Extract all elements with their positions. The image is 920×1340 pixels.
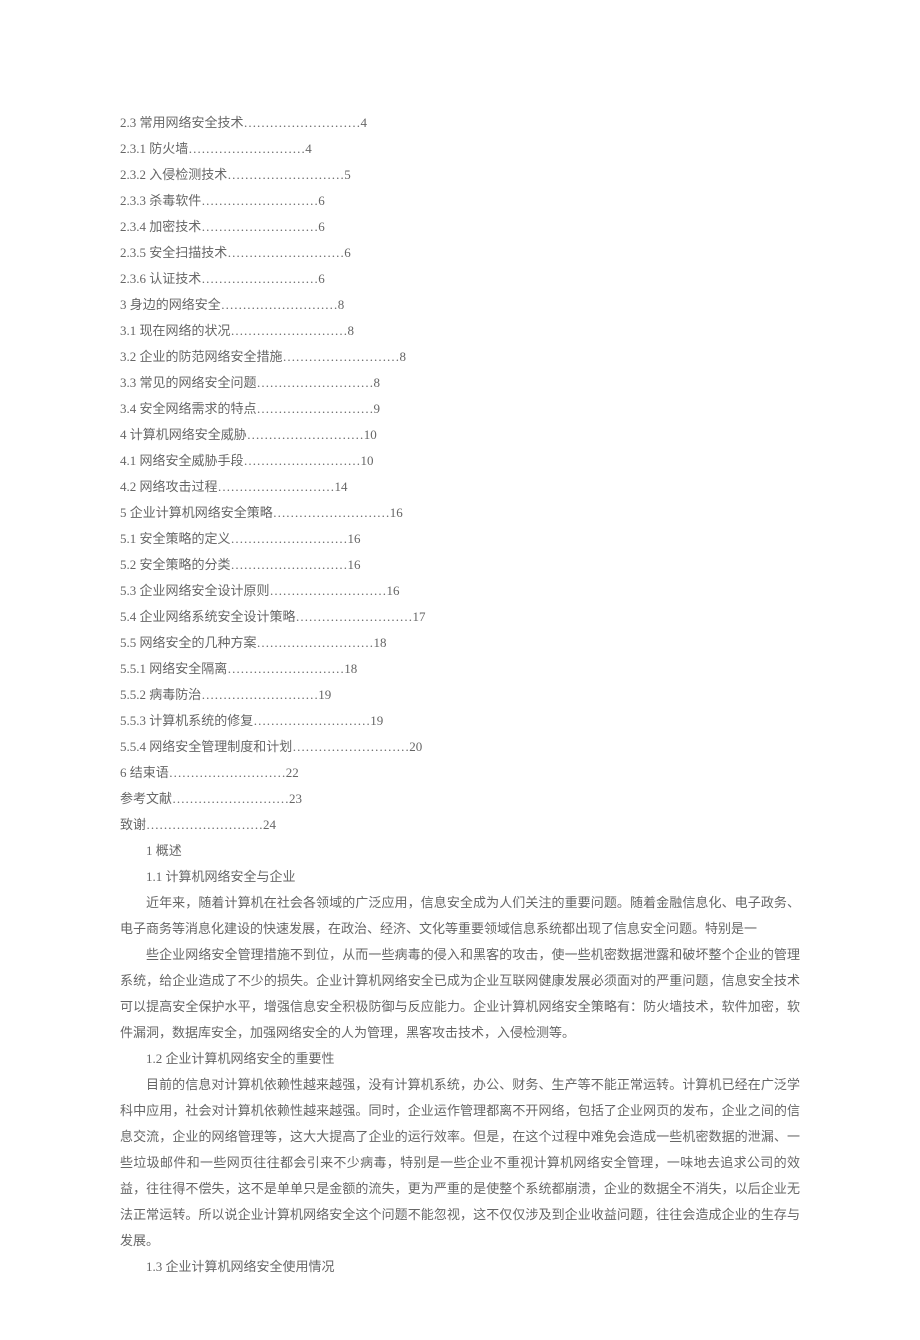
body-paragraph: 些企业网络安全管理措施不到位，从而一些病毒的侵入和黑客的攻击，使一些机密数据泄露…: [120, 942, 800, 1046]
toc-entry: 3.1 现在网络的状况………………………8: [120, 318, 800, 344]
toc-entry: 致谢………………………24: [120, 812, 800, 838]
toc-entry: 5.4 企业网络系统安全设计策略………………………17: [120, 604, 800, 630]
toc-entry: 5.3 企业网络安全设计原则………………………16: [120, 578, 800, 604]
toc-entry: 2.3.6 认证技术………………………6: [120, 266, 800, 292]
toc-entry: 3 身边的网络安全………………………8: [120, 292, 800, 318]
toc-entry: 5.5.1 网络安全隔离………………………18: [120, 656, 800, 682]
toc-entry: 5.5 网络安全的几种方案………………………18: [120, 630, 800, 656]
section-heading-1: 1 概述: [120, 838, 800, 864]
toc-entry: 4 计算机网络安全威胁………………………10: [120, 422, 800, 448]
toc-entry: 2.3.4 加密技术………………………6: [120, 214, 800, 240]
toc-entry: 参考文献………………………23: [120, 786, 800, 812]
section-heading-1-1: 1.1 计算机网络安全与企业: [120, 864, 800, 890]
toc-entry: 4.2 网络攻击过程………………………14: [120, 474, 800, 500]
body-paragraph: 近年来，随着计算机在社会各领域的广泛应用，信息安全成为人们关注的重要问题。随着金…: [120, 890, 800, 942]
toc-entry: 5.5.3 计算机系统的修复………………………19: [120, 708, 800, 734]
toc-entry: 3.2 企业的防范网络安全措施………………………8: [120, 344, 800, 370]
document-page: 2.3 常用网络安全技术………………………4 2.3.1 防火墙………………………: [0, 0, 920, 1340]
toc-entry: 2.3.5 安全扫描技术………………………6: [120, 240, 800, 266]
section-heading-1-2: 1.2 企业计算机网络安全的重要性: [120, 1046, 800, 1072]
body-paragraph: 目前的信息对计算机依赖性越来越强，没有计算机系统，办公、财务、生产等不能正常运转…: [120, 1072, 800, 1254]
toc-entry: 4.1 网络安全威胁手段………………………10: [120, 448, 800, 474]
toc-entry: 5.5.2 病毒防治………………………19: [120, 682, 800, 708]
toc-entry: 6 结束语………………………22: [120, 760, 800, 786]
section-heading-1-3: 1.3 企业计算机网络安全使用情况: [120, 1254, 800, 1280]
toc-entry: 2.3.1 防火墙………………………4: [120, 136, 800, 162]
toc-entry: 5.5.4 网络安全管理制度和计划………………………20: [120, 734, 800, 760]
table-of-contents: 2.3 常用网络安全技术………………………4 2.3.1 防火墙………………………: [120, 110, 800, 838]
toc-entry: 2.3.3 杀毒软件………………………6: [120, 188, 800, 214]
toc-entry: 3.3 常见的网络安全问题………………………8: [120, 370, 800, 396]
toc-entry: 5.1 安全策略的定义………………………16: [120, 526, 800, 552]
toc-entry: 5 企业计算机网络安全策略………………………16: [120, 500, 800, 526]
toc-entry: 5.2 安全策略的分类………………………16: [120, 552, 800, 578]
toc-entry: 2.3 常用网络安全技术………………………4: [120, 110, 800, 136]
toc-entry: 2.3.2 入侵检测技术………………………5: [120, 162, 800, 188]
toc-entry: 3.4 安全网络需求的特点………………………9: [120, 396, 800, 422]
